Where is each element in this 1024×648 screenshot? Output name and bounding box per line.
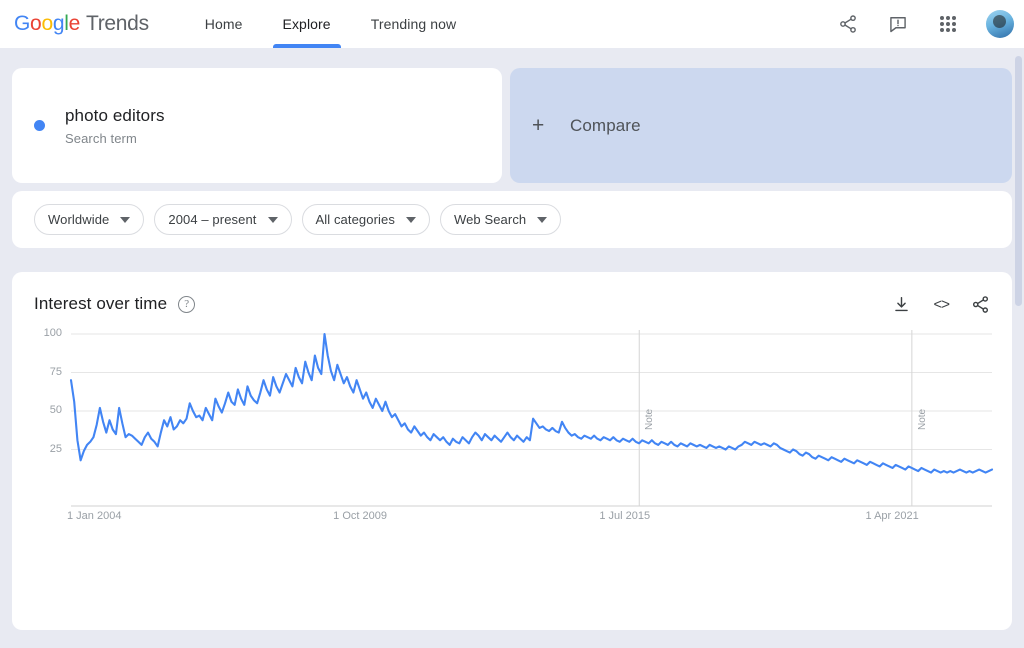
share-icon[interactable]: [971, 295, 990, 314]
series-color-dot: [34, 120, 45, 131]
app-header: Google Trends Home Explore Trending now: [0, 0, 1024, 48]
y-axis-tick-label: 75: [49, 365, 62, 378]
chevron-down-icon: [537, 216, 548, 223]
y-axis-tick-label: 100: [43, 327, 62, 339]
google-trends-logo[interactable]: Google Trends: [14, 12, 149, 36]
compare-card[interactable]: + Compare: [510, 68, 1012, 183]
feedback-icon[interactable]: [886, 12, 910, 36]
share-icon[interactable]: [836, 12, 860, 36]
x-axis-tick-label: 1 Apr 2021: [865, 510, 919, 522]
x-axis-tick-label: 1 Oct 2009: [333, 510, 387, 522]
chart-note-annotation[interactable]: Note: [917, 409, 928, 430]
filters-bar: Worldwide 2004 – present All categories …: [12, 191, 1012, 248]
page-body: photo editors Search term + Compare Worl…: [0, 68, 1024, 630]
chevron-down-icon: [405, 216, 416, 223]
filter-search-type-value: Web Search: [453, 212, 527, 227]
y-axis-tick-label: 25: [49, 442, 62, 455]
embed-icon[interactable]: <>: [933, 296, 950, 313]
chevron-down-icon: [120, 216, 131, 223]
x-axis-tick-label: 1 Jan 2004: [67, 510, 122, 522]
apps-grid-icon[interactable]: [936, 12, 960, 36]
help-icon[interactable]: ?: [178, 295, 196, 313]
search-term-card[interactable]: photo editors Search term: [12, 68, 502, 183]
filter-category-value: All categories: [315, 212, 395, 227]
filter-category[interactable]: All categories: [301, 204, 430, 235]
page-scrollbar[interactable]: [1013, 48, 1024, 648]
trends-line-chart: [69, 330, 994, 507]
header-actions: [836, 10, 1014, 38]
search-term-text: photo editors: [65, 106, 165, 125]
filter-location-value: Worldwide: [48, 212, 110, 227]
nav-item-trending-now[interactable]: Trending now: [361, 0, 467, 48]
filter-time-range-value: 2004 – present: [168, 212, 257, 227]
plus-icon: +: [532, 114, 545, 137]
y-axis-tick-label: 50: [49, 404, 62, 416]
logo-product-name: Trends: [85, 12, 149, 35]
nav-item-home[interactable]: Home: [195, 0, 253, 48]
page-title: Interest over time: [34, 294, 168, 313]
interest-over-time-panel: Interest over time ? <> 25 50 75 100 1 J…: [12, 272, 1012, 630]
download-icon[interactable]: [892, 295, 911, 314]
compare-label: Compare: [570, 115, 641, 135]
chart-plot-area[interactable]: 25 50 75 100 1 Jan 2004 1 Oct 2009 1 Jul 2015 1…: [34, 327, 994, 538]
main-nav: Home Explore Trending now: [195, 0, 486, 48]
avatar[interactable]: [986, 10, 1014, 38]
filter-location[interactable]: Worldwide: [34, 204, 145, 235]
nav-item-explore[interactable]: Explore: [272, 0, 341, 48]
query-cards-row: photo editors Search term + Compare: [12, 68, 1012, 183]
filter-time-range[interactable]: 2004 – present: [154, 204, 292, 235]
filter-search-type[interactable]: Web Search: [439, 204, 562, 235]
chart-note-annotation[interactable]: Note: [644, 409, 655, 430]
scrollbar-thumb[interactable]: [1015, 56, 1022, 306]
chart-toolbar: <>: [892, 295, 990, 314]
search-term-type: Search term: [65, 131, 137, 146]
x-axis-tick-label: 1 Jul 2015: [599, 510, 651, 522]
chart-header: Interest over time ? <>: [34, 294, 990, 314]
chevron-down-icon: [267, 216, 278, 223]
